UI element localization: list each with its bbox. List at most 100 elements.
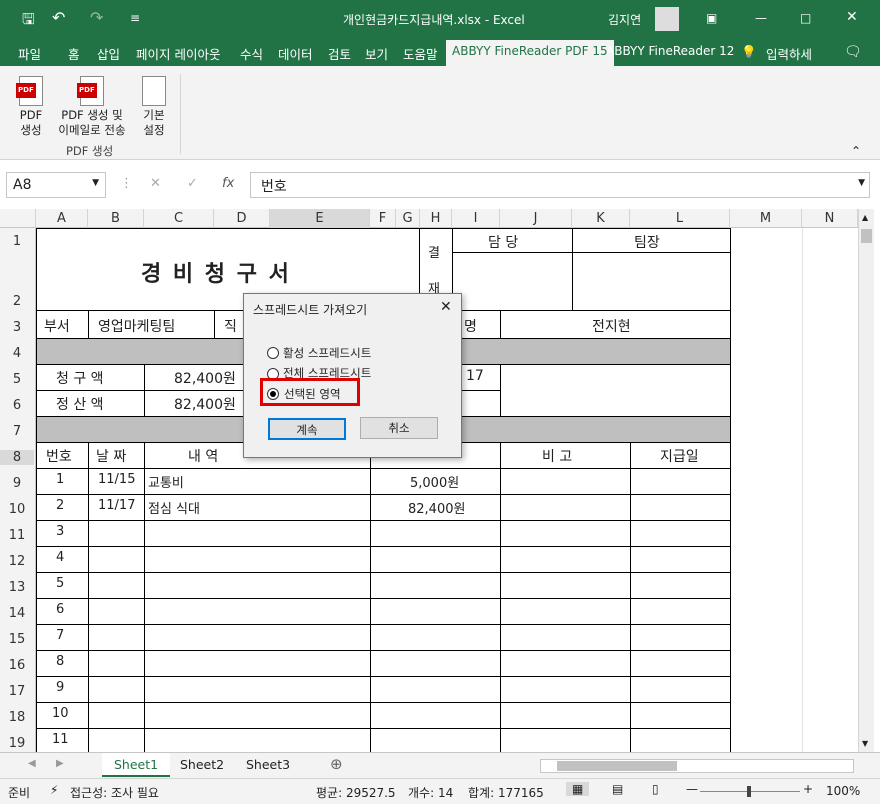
row-header[interactable]: 15 [0, 632, 34, 647]
maximize-icon[interactable]: □ [800, 11, 811, 25]
row-header[interactable]: 17 [0, 684, 34, 699]
scroll-down-icon[interactable]: ▼ [862, 739, 868, 748]
close-icon[interactable]: ✕ [440, 299, 452, 315]
collapse-ribbon-icon[interactable]: ⌃ [851, 144, 861, 158]
function-icon[interactable]: fx [222, 176, 234, 191]
col-header[interactable]: K [572, 209, 630, 228]
row-header[interactable]: 11 [0, 528, 34, 543]
radio-active-sheet[interactable] [267, 347, 279, 359]
close-icon[interactable]: ✕ [846, 9, 858, 25]
normal-view-icon[interactable]: ▦ [566, 782, 590, 796]
option-active-sheet[interactable]: 활성 스프레드시트 [283, 345, 371, 361]
settings-button[interactable]: 기본 설정 [136, 76, 172, 138]
col-header[interactable]: F [370, 209, 396, 228]
col-header[interactable]: J [500, 209, 572, 228]
tell-me-input[interactable]: 입력하세 [766, 44, 812, 63]
undo-icon[interactable]: ↶ [52, 8, 65, 27]
horizontal-scrollbar[interactable] [540, 759, 854, 773]
tab-help[interactable]: 도움말 [403, 44, 438, 63]
zoom-handle[interactable] [747, 786, 751, 797]
sheet-tab-2[interactable]: Sheet2 [168, 753, 236, 777]
zoom-out-icon[interactable]: — [686, 782, 698, 796]
window-title: 개인현금카드지급내역.xlsx - Excel [343, 13, 525, 27]
expand-icon[interactable]: ▼ [858, 178, 865, 188]
pdf-email-button[interactable]: PDF PDF 생성 및 이메일로 전송 [52, 76, 132, 138]
page-break-icon[interactable]: ▯ [652, 782, 659, 796]
border [36, 624, 730, 625]
row-header[interactable]: 18 [0, 710, 34, 725]
option-selection[interactable]: 선택된 영역 [284, 386, 341, 402]
row-header[interactable]: 10 [0, 502, 34, 517]
sheet-tab-1[interactable]: Sheet1 [102, 753, 171, 777]
row-header[interactable]: 8 [0, 450, 34, 465]
row-header[interactable]: 13 [0, 580, 34, 595]
row-header[interactable]: 3 [0, 320, 34, 335]
row-header[interactable]: 2 [0, 294, 34, 309]
col-header[interactable]: D [214, 209, 270, 228]
row-header[interactable]: 6 [0, 398, 34, 413]
formula-input[interactable]: 번호 ▼ [250, 172, 870, 198]
col-header[interactable]: B [88, 209, 144, 228]
col-header[interactable]: G [396, 209, 420, 228]
customize-qat-icon[interactable]: ≡ [130, 11, 140, 25]
col-header[interactable]: L [630, 209, 730, 228]
tab-review[interactable]: 검토 [328, 44, 351, 63]
sheet-tab-3[interactable]: Sheet3 [234, 753, 302, 777]
ribbon-display-icon[interactable]: ▣ [706, 11, 717, 25]
chevron-down-icon[interactable]: ▼ [92, 178, 99, 188]
minimize-icon[interactable]: — [755, 11, 767, 25]
add-sheet-icon[interactable]: ⊕ [330, 755, 343, 773]
row-header[interactable]: 4 [0, 346, 34, 361]
pdf-create-button[interactable]: PDF PDF 생성 [12, 76, 50, 138]
item-no: 4 [56, 550, 65, 565]
select-all[interactable] [0, 209, 36, 228]
tab-view[interactable]: 보기 [365, 44, 388, 63]
enter-icon[interactable]: ✓ [187, 176, 198, 191]
cancel-icon[interactable]: ✕ [150, 176, 161, 191]
next-sheet-icon[interactable]: ▶ [56, 758, 64, 769]
col-header[interactable]: N [802, 209, 858, 228]
col-header[interactable]: A [36, 209, 88, 228]
tab-page-layout[interactable]: 페이지 레이아웃 [136, 44, 220, 63]
save-icon[interactable]: 🖫 [22, 9, 35, 34]
accessibility-icon[interactable]: ⚡ [50, 783, 58, 797]
row-header[interactable]: 14 [0, 606, 34, 621]
accessibility-status[interactable]: 접근성: 조사 필요 [70, 784, 159, 801]
col-header[interactable]: I [452, 209, 500, 228]
row-header[interactable]: 19 [0, 736, 34, 751]
row-header[interactable]: 7 [0, 424, 34, 439]
tab-data[interactable]: 데이터 [278, 44, 313, 63]
header-remark: 비 고 [542, 449, 573, 465]
tab-abbyy-12[interactable]: ABBYY FineReader 12 [606, 44, 734, 58]
tab-formulas[interactable]: 수식 [240, 44, 263, 63]
vertical-scrollbar[interactable]: ▲ ▼ [858, 209, 874, 752]
radio-selection[interactable] [267, 388, 279, 400]
continue-button[interactable]: 계속 [268, 418, 346, 440]
row-header[interactable]: 1 [0, 234, 34, 249]
tab-home[interactable]: 홈 [68, 44, 80, 63]
page-layout-icon[interactable]: ▤ [612, 782, 623, 796]
name-box[interactable]: A8 ▼ [6, 172, 106, 198]
scroll-up-icon[interactable]: ▲ [862, 213, 868, 222]
cancel-button[interactable]: 취소 [360, 417, 438, 439]
col-header[interactable]: H [420, 209, 452, 228]
zoom-in-icon[interactable]: + [803, 782, 813, 796]
tab-file[interactable]: 파일 [18, 44, 41, 63]
prev-sheet-icon[interactable]: ◀ [28, 758, 36, 769]
avatar[interactable] [655, 7, 679, 31]
redo-icon[interactable]: ↷ [90, 8, 103, 27]
scroll-thumb[interactable] [861, 229, 872, 243]
col-header[interactable]: C [144, 209, 214, 228]
scroll-thumb[interactable] [557, 761, 677, 771]
row-header[interactable]: 16 [0, 658, 34, 673]
tab-insert[interactable]: 삽입 [97, 44, 120, 63]
col-header[interactable]: M [730, 209, 802, 228]
col-header[interactable]: E [270, 209, 370, 228]
zoom-level[interactable]: 100% [826, 784, 860, 798]
row-header[interactable]: 9 [0, 476, 34, 491]
row-header[interactable]: 12 [0, 554, 34, 569]
lightbulb-icon[interactable]: 💡 [741, 44, 757, 60]
row-header[interactable]: 5 [0, 372, 34, 387]
tab-abbyy-15[interactable]: ABBYY FineReader PDF 15 [446, 40, 614, 66]
comment-icon[interactable]: 🗨 [844, 44, 862, 60]
